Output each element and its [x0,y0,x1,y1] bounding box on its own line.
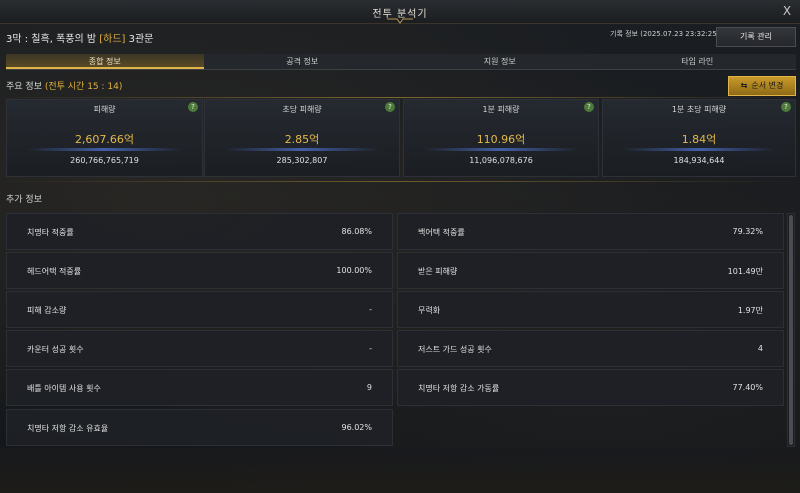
extra-row-label: 치명타 저항 감소 유효율 [27,424,109,433]
extra-row-value: - [369,344,372,353]
raid-title-prefix: 3막 : 칠흑, 폭풍의 밤 [6,34,100,45]
stat-card-dps: 초당 피해량 ? 2.85억 285,302,807 [204,99,400,177]
raid-gate: 3관문 [125,34,154,45]
divider [0,97,800,98]
raid-difficulty: [하드] [99,34,126,45]
extra-row-value: 101.49만 [727,267,763,276]
bottom-background [0,448,800,493]
extra-row: 치명타 적중률 86.08% [6,213,393,250]
extra-row: 받은 피해량 101.49만 [397,252,784,289]
order-change-label: 순서 변경 [751,81,784,90]
card-glow [623,148,775,151]
extra-row: 헤드어택 적중률 100.00% [6,252,393,289]
extra-row-value: - [369,305,372,314]
help-icon[interactable]: ? [584,102,594,112]
extra-info-grid: 치명타 적중률 86.08% 헤드어택 적중률 100.00% 피해 감소량 -… [6,213,784,448]
stat-card-value: 110.96억 [476,133,526,146]
stat-card-label: 1분 초당 피해량 [671,105,727,114]
extra-row: 치명타 저항 감소 가동률 77.40% [397,369,784,406]
scrollbar[interactable] [787,213,795,447]
divider [0,181,800,182]
stat-card-1min-damage: 1분 피해량 ? 110.96억 11,096,078,676 [403,99,599,177]
extra-row-label: 백어택 적중률 [418,228,465,237]
extra-row-label: 배틀 아이템 사용 횟수 [27,384,101,393]
tab-attack[interactable]: 공격 정보 [204,54,402,69]
extra-row-value: 86.08% [341,227,372,236]
stat-card-sub: 184,934,644 [673,156,725,165]
extra-row-value: 1.97만 [737,306,763,315]
extra-row: 카운터 성공 횟수 - [6,330,393,367]
stat-card-value: 2,607.66억 [74,133,135,146]
extra-row-label: 저스트 가드 성공 횟수 [418,345,492,354]
swap-icon: ⇆ [740,81,748,90]
extra-row: 무력화 1.97만 [397,291,784,328]
stat-card-1min-dps: 1분 초당 피해량 ? 1.84억 184,934,644 [602,99,796,177]
extra-row: 저스트 가드 성공 횟수 4 [397,330,784,367]
extra-row-value: 9 [366,383,372,392]
extra-row-label: 피해 감소량 [27,306,67,315]
extra-row-value: 4 [757,344,763,353]
extra-row-value: 77.40% [732,383,763,392]
battle-time: (전투 시간 15 : 14) [44,82,123,92]
main-info-label: 주요 정보 [6,82,45,92]
card-glow [27,148,182,151]
extra-row-label: 치명타 적중률 [27,228,74,237]
extra-row-label: 치명타 저항 감소 가동률 [418,384,500,393]
stat-card-sub: 260,766,765,719 [70,156,139,165]
raid-title: 3막 : 칠흑, 폭풍의 밤 [하드] 3관문 [6,30,153,45]
extra-row-label: 카운터 성공 횟수 [27,345,84,354]
record-info: 기록 정보 (2025.07.23 23:32:25) [610,30,720,38]
tab-support[interactable]: 지원 정보 [401,54,599,69]
tab-bar: 종합 정보 공격 정보 지원 정보 타임 라인 [6,54,796,70]
help-icon[interactable]: ? [188,102,198,112]
main-info-heading: 주요 정보 (전투 시간 15 : 14) [6,79,122,92]
extra-row-value: 96.02% [341,423,372,432]
order-change-button[interactable]: ⇆ 순서 변경 [728,76,796,96]
header: 3막 : 칠흑, 폭풍의 밤 [하드] 3관문 기록 정보 (2025.07.2… [0,24,800,50]
stat-cards: 피해량 ? 2,607.66억 260,766,765,719 초당 피해량 ?… [6,99,796,179]
extra-row-label: 받은 피해량 [418,267,458,276]
stat-card-label: 1분 피해량 [482,105,520,114]
close-button[interactable]: X [780,4,794,18]
scrollbar-thumb[interactable] [789,215,793,445]
card-glow [424,148,578,151]
tab-overview[interactable]: 종합 정보 [6,54,204,69]
help-icon[interactable]: ? [385,102,395,112]
stat-card-sub: 11,096,078,676 [469,156,533,165]
card-glow [225,148,379,151]
extra-row: 백어택 적중률 79.32% [397,213,784,250]
extra-row-label: 무력화 [418,306,441,315]
extra-row: 배틀 아이템 사용 횟수 9 [6,369,393,406]
extra-row-value: 79.32% [732,227,763,236]
title-bar: 전투 분석기 X [0,0,800,24]
help-icon[interactable]: ? [781,102,791,112]
extra-info-heading: 추가 정보 [6,195,42,205]
stat-card-damage: 피해량 ? 2,607.66억 260,766,765,719 [6,99,203,177]
stat-card-label: 피해량 [93,105,116,114]
extra-row-value: 100.00% [336,266,372,275]
stat-card-sub: 285,302,807 [276,156,328,165]
extra-row: 치명타 저항 감소 유효율 96.02% [6,409,393,446]
stat-card-label: 초당 피해량 [282,105,322,114]
stat-card-value: 1.84억 [681,133,717,146]
extra-row-label: 헤드어택 적중률 [27,267,82,276]
tab-timeline[interactable]: 타임 라인 [599,54,797,69]
stat-card-value: 2.85억 [284,133,320,146]
record-manage-button[interactable]: 기록 관리 [716,27,796,47]
extra-row: 피해 감소량 - [6,291,393,328]
